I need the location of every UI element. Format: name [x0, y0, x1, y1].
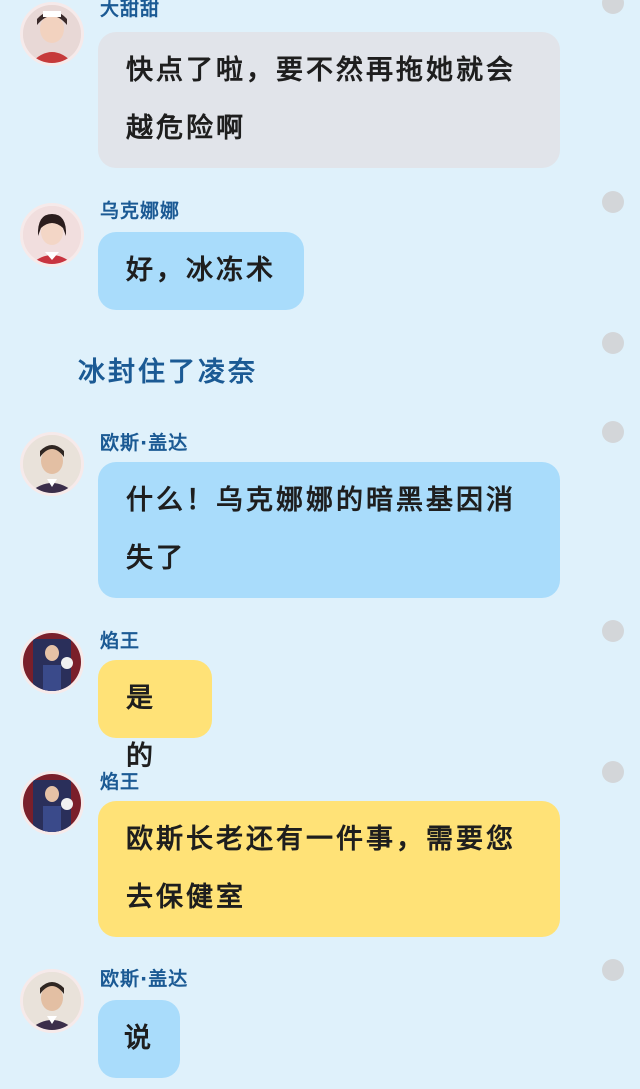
- speaker-name: 焰王: [100, 771, 141, 793]
- more-options-dot-icon[interactable]: [602, 332, 624, 354]
- more-options-dot-icon[interactable]: [602, 191, 624, 213]
- message-bubble[interactable]: 快点了啦，要不然再拖她就会越危险啊: [98, 32, 560, 168]
- narration-text: 冰封住了凌奈: [78, 357, 258, 388]
- speaker-name: 欧斯·盖达: [100, 968, 189, 990]
- more-options-dot-icon[interactable]: [602, 0, 624, 14]
- more-options-dot-icon[interactable]: [602, 959, 624, 981]
- avatar[interactable]: [20, 203, 84, 267]
- message-bubble[interactable]: 欧斯长老还有一件事，需要您去保健室: [98, 801, 560, 937]
- more-options-dot-icon[interactable]: [602, 761, 624, 783]
- message-bubble[interactable]: 什么！乌克娜娜的暗黑基因消失了: [98, 462, 560, 598]
- avatar[interactable]: [20, 630, 84, 694]
- speaker-name: 焰王: [100, 630, 141, 652]
- speaker-name: 大甜甜: [100, 0, 161, 20]
- avatar[interactable]: [20, 969, 84, 1033]
- speaker-name: 乌克娜娜: [100, 200, 181, 222]
- more-options-dot-icon[interactable]: [602, 421, 624, 443]
- avatar[interactable]: [20, 771, 84, 835]
- more-options-dot-icon[interactable]: [602, 620, 624, 642]
- avatar[interactable]: [20, 432, 84, 496]
- avatar[interactable]: [20, 2, 84, 66]
- message-bubble[interactable]: 是的: [98, 660, 212, 772]
- message-bubble[interactable]: 说: [98, 1000, 180, 1078]
- message-bubble[interactable]: 好，冰冻术: [98, 232, 304, 310]
- speaker-name: 欧斯·盖达: [100, 432, 189, 454]
